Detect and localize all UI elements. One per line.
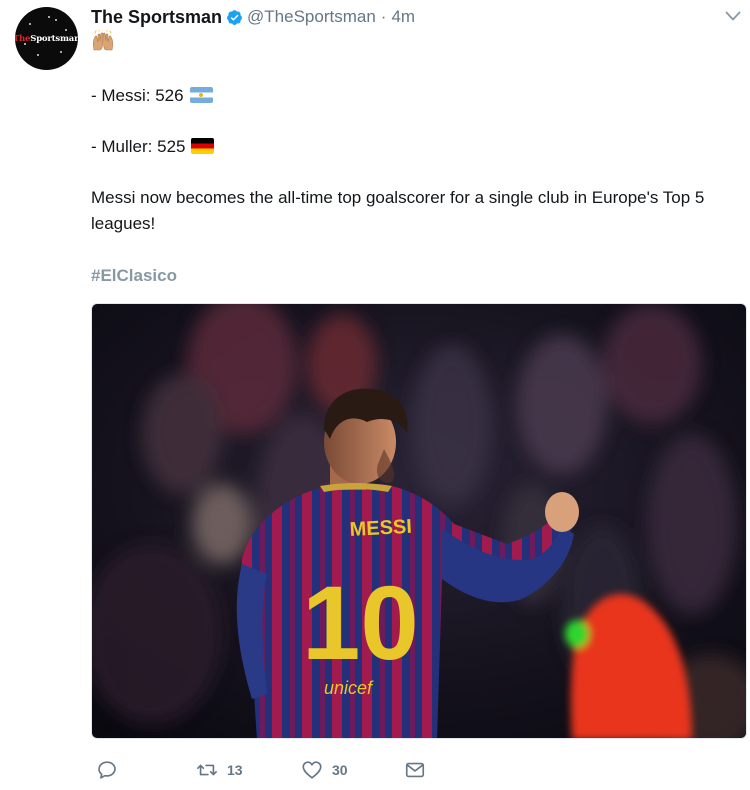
raising-hands-icon xyxy=(93,30,113,51)
tweet-actions: 13 30 xyxy=(91,758,451,782)
tweet-line-muller: - Muller: 525 xyxy=(91,134,215,160)
tweet-photo[interactable]: MESSI 10 unicef xyxy=(91,303,747,739)
tweet-text: Messi now becomes the all-time top goals… xyxy=(91,188,705,233)
avatar-logo: TheSportsman xyxy=(15,33,78,44)
heart-icon xyxy=(302,761,322,779)
reply-icon xyxy=(98,761,116,779)
shirt-number: 10 xyxy=(302,565,419,682)
like-button[interactable]: 30 xyxy=(301,758,348,782)
retweet-icon xyxy=(197,764,217,776)
muller-text: - Muller: 525 xyxy=(91,137,186,156)
messi-text: - Messi: 526 xyxy=(91,86,184,105)
shirt-sponsor: unicef xyxy=(324,678,374,698)
photo-illustration: MESSI 10 unicef xyxy=(92,304,746,738)
argentina-flag-icon xyxy=(189,87,213,103)
retweet-button[interactable]: 13 xyxy=(196,758,243,782)
tweet-header: The Sportsman @TheSportsman · 4m xyxy=(91,6,415,28)
avatar[interactable]: TheSportsman xyxy=(15,7,78,70)
reply-button[interactable] xyxy=(96,758,118,782)
display-name[interactable]: The Sportsman xyxy=(91,7,222,28)
like-count: 30 xyxy=(332,762,348,778)
tweet-timestamp[interactable]: 4m xyxy=(391,7,415,27)
chevron-down-icon[interactable] xyxy=(725,10,741,22)
header-separator: · xyxy=(380,7,387,26)
envelope-icon xyxy=(405,762,425,778)
germany-flag-icon xyxy=(191,138,215,154)
tweet-line-messi: - Messi: 526 xyxy=(91,83,213,109)
verified-badge-icon xyxy=(227,9,242,25)
tweet: TheSportsman The Sportsman @TheSportsman… xyxy=(0,0,750,790)
hashtag-link[interactable]: #ElClasico xyxy=(91,263,177,289)
shirt-name: MESSI xyxy=(349,516,412,541)
user-handle[interactable]: @TheSportsman xyxy=(247,7,376,27)
direct-message-button[interactable] xyxy=(404,758,426,782)
retweet-count: 13 xyxy=(227,762,243,778)
